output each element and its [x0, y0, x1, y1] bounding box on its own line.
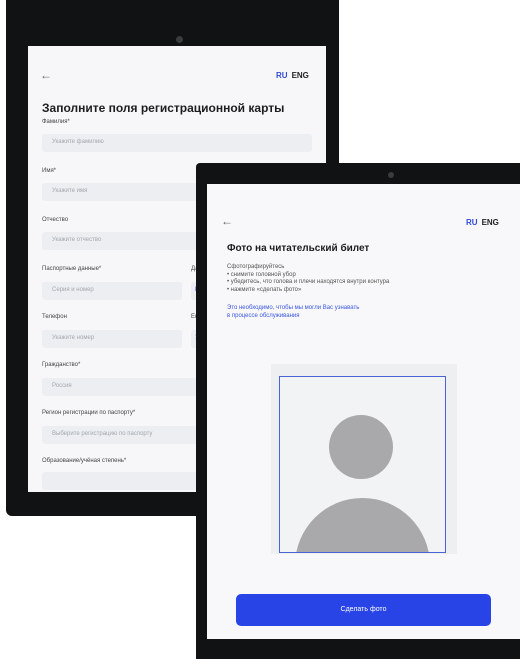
- passport-input[interactable]: Серия и номер: [42, 282, 182, 300]
- field-label-name: Имя*: [42, 168, 57, 174]
- field-label-phone: Телефон: [42, 314, 67, 320]
- citizenship-value: Россия: [52, 383, 72, 389]
- lang-eng-button[interactable]: ENG: [482, 218, 499, 227]
- passport-placeholder: Серия и номер: [52, 287, 94, 293]
- note-line: Это необходимо, чтобы мы могли Вас узнав…: [227, 305, 360, 311]
- note-line: в процессе обслуживания: [227, 312, 300, 319]
- front-camera: [176, 36, 183, 43]
- patronymic-placeholder: Укажите отчество: [52, 237, 102, 243]
- photo-screen: ← RU ENG Фото на читательский билет Сфото…: [207, 184, 520, 639]
- photo-scene: ← RU ENG Заполните поля регистрационной к…: [0, 0, 520, 659]
- lang-ru-button[interactable]: RU: [276, 71, 288, 80]
- photo-note: Это необходимо, чтобы мы могли Вас узнав…: [227, 305, 359, 320]
- back-arrow-icon[interactable]: ←: [221, 214, 233, 228]
- back-arrow-icon[interactable]: ←: [40, 68, 52, 82]
- surname-placeholder: Укажите фамилию: [52, 139, 104, 145]
- photo-instructions: Сфотографируйтесь • снимите головной убо…: [227, 264, 389, 294]
- field-label-surname: Фамилия*: [42, 119, 70, 125]
- language-switch: RU ENG: [276, 71, 309, 80]
- name-placeholder: Укажите имя: [52, 188, 88, 194]
- tablet-photo: ← RU ENG Фото на читательский билет Сфото…: [196, 163, 520, 659]
- camera-preview: [271, 364, 457, 554]
- phone-input[interactable]: Укажите номер: [42, 330, 182, 348]
- field-label-education: Образование/учёная степень*: [42, 458, 127, 464]
- phone-placeholder: Укажите номер: [52, 335, 95, 341]
- page-title: Заполните поля регистрационной карты: [42, 101, 285, 115]
- take-photo-button[interactable]: Сделать фото: [236, 594, 491, 626]
- screen-glare: [227, 624, 487, 639]
- field-label-passport: Паспортные данные*: [42, 266, 102, 272]
- instruction-line: • убедитесь, что голова и плечи находятс…: [227, 279, 390, 286]
- region-placeholder: Выберите регистрацию по паспорту: [52, 431, 153, 437]
- face-guide-frame: [279, 376, 446, 553]
- lang-eng-button[interactable]: ENG: [292, 71, 309, 80]
- front-camera: [388, 172, 394, 178]
- field-label-patronymic: Отчество: [42, 217, 69, 223]
- silhouette-shoulders-icon: [295, 498, 430, 552]
- page-title: Фото на читательский билет: [227, 243, 370, 254]
- field-label-citizenship: Гражданство*: [42, 362, 81, 368]
- instruction-line: • нажмите «сделать фото»: [227, 286, 302, 293]
- instruction-line: Сфотографируйтесь: [227, 264, 285, 270]
- silhouette-head-icon: [329, 415, 393, 479]
- instruction-line: • снимите головной убор: [227, 271, 296, 278]
- language-switch: RU ENG: [466, 218, 499, 227]
- surname-input[interactable]: Укажите фамилию: [42, 134, 312, 152]
- lang-ru-button[interactable]: RU: [466, 218, 478, 227]
- field-label-region: Регион регистрации по паспорту*: [42, 410, 136, 416]
